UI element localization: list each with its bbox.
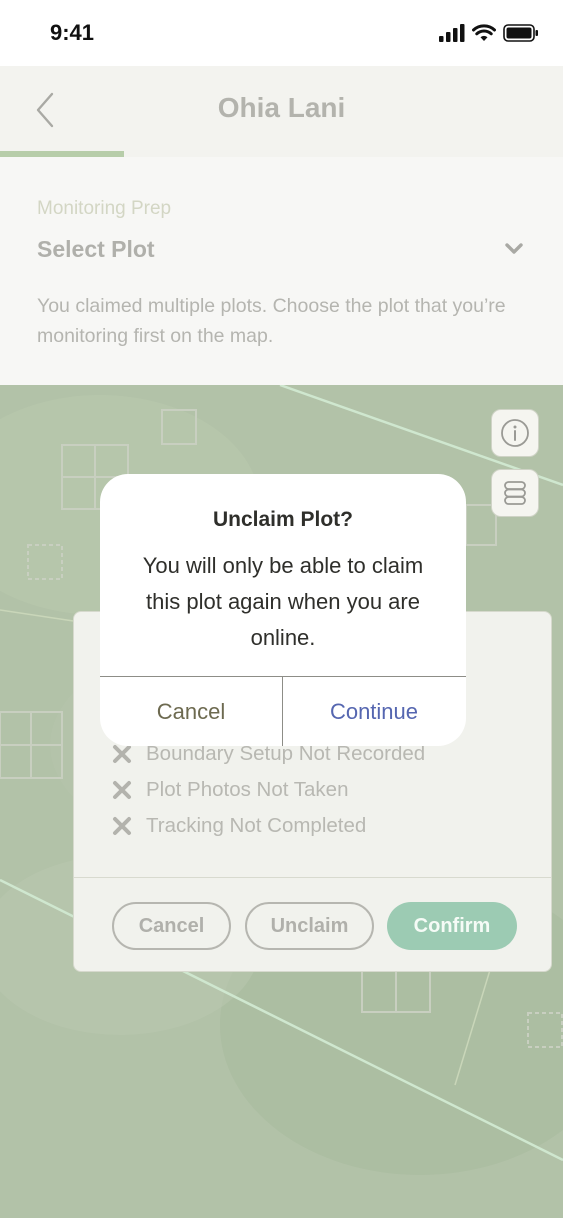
confirm-button[interactable]: Confirm xyxy=(387,902,517,950)
monitoring-prep-section: Monitoring Prep Select Plot You claimed … xyxy=(0,157,563,385)
info-button[interactable] xyxy=(491,409,539,457)
unclaim-button[interactable]: Unclaim xyxy=(245,902,374,950)
sheet-cancel-button[interactable]: Cancel xyxy=(112,902,231,950)
x-mark-icon xyxy=(113,781,131,799)
status-icons xyxy=(439,24,539,42)
page-title: Ohia Lani xyxy=(217,92,346,123)
alert-title: Unclaim Plot? xyxy=(212,508,354,531)
checklist-item-label: Plot Photos Not Taken xyxy=(146,778,349,801)
checklist-item: Plot Photos Not Taken xyxy=(112,778,348,802)
alert-message: You will only be able to claim this plot… xyxy=(142,553,424,650)
prep-description: You claimed multiple plots. Choose the p… xyxy=(37,295,506,347)
wifi-icon xyxy=(472,24,496,41)
alert-cancel-button[interactable]: Cancel xyxy=(100,677,282,746)
x-mark-icon xyxy=(113,745,131,763)
app-header: Ohia Lani xyxy=(0,66,563,152)
status-time: 9:41 xyxy=(50,20,95,45)
layers-button[interactable] xyxy=(491,469,539,517)
x-mark-icon xyxy=(113,817,131,835)
cellular-signal-icon xyxy=(439,24,465,42)
layers-icon xyxy=(504,481,526,505)
select-plot-label: Select Plot xyxy=(37,235,155,262)
unclaim-plot-alert: Unclaim Plot? You will only be able to c… xyxy=(100,474,466,746)
battery-icon xyxy=(503,24,538,42)
info-icon xyxy=(501,419,529,447)
alert-continue-button[interactable]: Continue xyxy=(283,677,465,746)
checklist-item: Tracking Not Completed xyxy=(112,814,366,838)
sheet-divider xyxy=(74,877,551,878)
section-label: Monitoring Prep xyxy=(37,198,172,219)
chevron-down-icon xyxy=(505,243,523,254)
checklist-item-label: Tracking Not Completed xyxy=(146,814,367,837)
select-plot-dropdown[interactable]: Select Plot xyxy=(37,231,523,267)
status-bar: 9:41 xyxy=(0,0,563,66)
